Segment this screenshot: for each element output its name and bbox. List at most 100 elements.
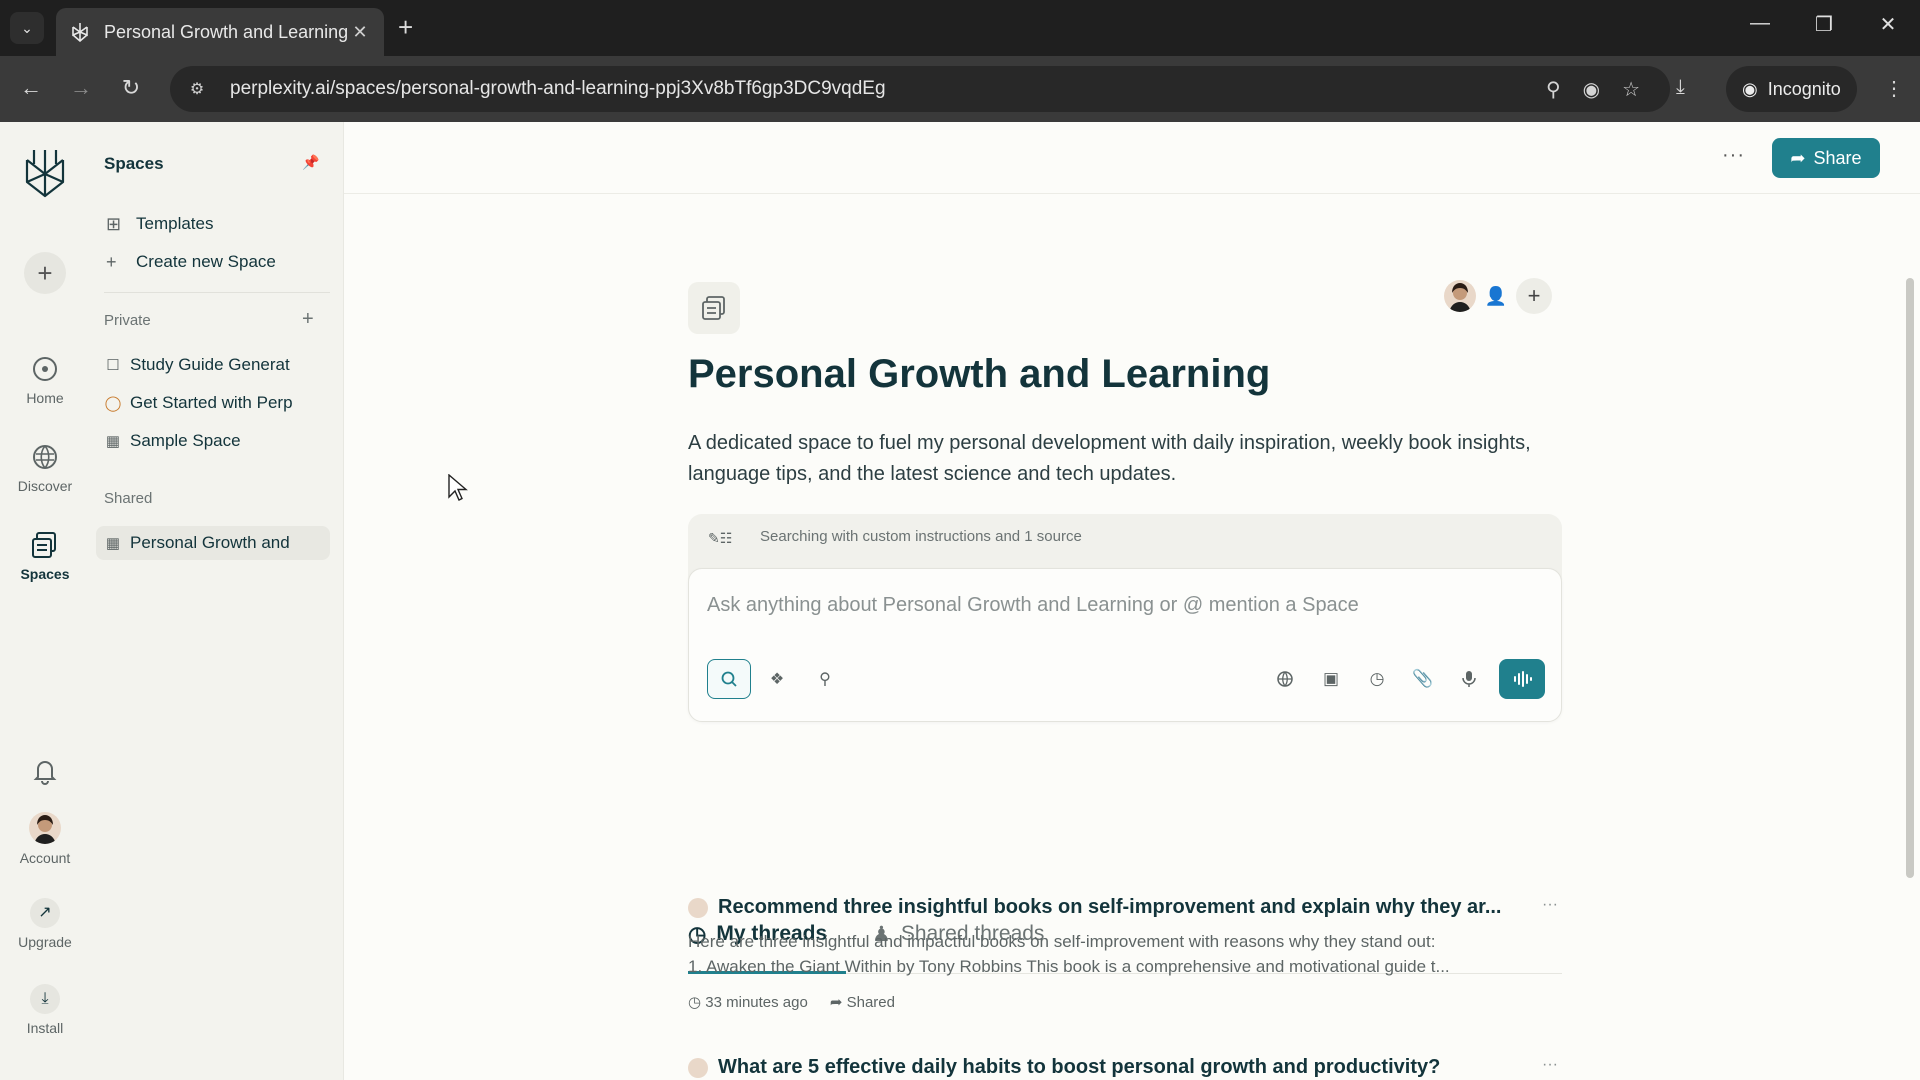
ask-input[interactable] — [707, 585, 1527, 625]
clock-icon: ◷ — [1369, 669, 1385, 688]
shared-section-label: Shared — [104, 490, 153, 507]
app: + Home Discover Spaces Account ↗ Upgrade — [0, 122, 1920, 1080]
upgrade-icon: ↗ — [30, 898, 60, 928]
tracking-protection-icon[interactable]: ◉ — [1583, 77, 1600, 102]
clock-icon: ◷ — [688, 994, 702, 1011]
address-bar-actions: ⚲ ◉ ☆ — [1546, 66, 1640, 112]
voice-mode-button[interactable] — [1499, 659, 1545, 699]
tab-title: Personal Growth and Learning — [104, 21, 349, 42]
search-mode-group: ❖ ⚲ — [707, 659, 847, 699]
rail-account[interactable]: Account — [0, 812, 90, 866]
thread-time-text: 33 minutes ago — [705, 994, 808, 1011]
private-section-label: Private — [104, 312, 151, 329]
thread-snippet-line: 1. Awaken the Giant Within by Tony Robbi… — [688, 957, 1450, 976]
research-icon: ❖ — [769, 671, 785, 688]
web-source-button[interactable] — [1269, 659, 1301, 699]
thread-meta: ◷ 33 minutes ago ➦ Shared — [688, 993, 1558, 1011]
back-button[interactable]: ← — [16, 76, 46, 100]
close-window-button[interactable]: ✕ — [1868, 12, 1908, 37]
rail-home-label: Home — [26, 390, 64, 406]
model-button[interactable]: ▣ — [1315, 659, 1347, 699]
square-icon: ☐ — [106, 357, 120, 374]
address-bar[interactable]: ⚙ perplexity.ai/spaces/personal-growth-a… — [170, 66, 1670, 112]
tab-close-icon[interactable]: ✕ — [350, 22, 370, 43]
share-icon: ➦ — [1790, 147, 1806, 168]
instructions-source-icon: ✎☷ — [708, 530, 733, 546]
discover-icon — [33, 445, 57, 469]
rail-account-label: Account — [19, 850, 71, 866]
dictation-button[interactable] — [1453, 659, 1485, 699]
spaces-panel: Spaces 📌 ⊞ Templates + Create new Space … — [90, 122, 344, 1080]
user-icon[interactable]: 👤 — [1480, 280, 1512, 312]
thread-title[interactable]: Recommend three insightful books on self… — [688, 896, 1558, 919]
add-private-space-button[interactable]: + — [302, 308, 314, 331]
reasoning-mode-button[interactable]: ⚲ — [803, 659, 847, 699]
page-title: Personal Growth and Learning — [688, 352, 1271, 396]
share-button[interactable]: ➦ Share — [1772, 138, 1880, 178]
attach-button[interactable]: 📎 — [1407, 659, 1439, 699]
research-mode-button[interactable]: ❖ — [755, 659, 799, 699]
templates-link[interactable]: ⊞ Templates — [106, 214, 213, 234]
thread-item[interactable]: Recommend three insightful books on self… — [688, 896, 1558, 1011]
bookmark-star-icon[interactable]: ☆ — [1622, 77, 1640, 102]
thread-shared-status: ➦ Shared — [830, 993, 895, 1011]
ask-tools: ▣ ◷ 📎 — [1269, 659, 1545, 699]
browser-tab[interactable]: Personal Growth and Learning ✕ — [56, 8, 384, 56]
space-item-study-guide[interactable]: ☐ Study Guide Generat — [104, 348, 330, 382]
rail-spaces[interactable]: Spaces — [0, 530, 90, 582]
zoom-icon[interactable]: ⚲ — [1546, 77, 1561, 102]
lightbulb-icon: ⚲ — [819, 671, 831, 688]
thread-author-avatar — [688, 897, 708, 918]
perplexity-logo[interactable] — [22, 148, 68, 198]
browser-menu-icon[interactable]: ⋮ — [1884, 76, 1904, 101]
member-avatar[interactable] — [1444, 280, 1476, 312]
download-icon[interactable]: ⤓ — [1676, 76, 1685, 99]
thread-item[interactable]: What are 5 effective daily habits to boo… — [688, 1056, 1558, 1079]
pin-icon[interactable]: 📌 — [302, 154, 319, 171]
thread-time: ◷ 33 minutes ago — [688, 993, 808, 1011]
thread-more-button[interactable]: ··· — [1542, 1056, 1558, 1074]
space-item-personal-growth[interactable]: ▦ Personal Growth and — [96, 526, 330, 560]
rail-home[interactable]: Home — [0, 354, 90, 406]
thread-title[interactable]: What are 5 effective daily habits to boo… — [688, 1056, 1558, 1079]
more-options-button[interactable]: ··· — [1722, 144, 1745, 167]
rail-upgrade[interactable]: ↗ Upgrade — [0, 898, 90, 950]
spaces-icon — [32, 532, 56, 558]
thread-more-button[interactable]: ··· — [1542, 896, 1558, 914]
space-item-sample[interactable]: ▦ Sample Space — [104, 424, 330, 458]
search-mode-button[interactable] — [707, 659, 751, 699]
restore-button[interactable]: ❐ — [1804, 12, 1844, 37]
create-space-link[interactable]: + Create new Space — [106, 252, 276, 272]
url-text: perplexity.ai/spaces/personal-growth-and… — [230, 78, 886, 99]
rail-discover[interactable]: Discover — [0, 442, 90, 494]
thread-snippet: Here are three insightful and impactful … — [688, 929, 1528, 979]
history-button[interactable]: ◷ — [1361, 659, 1393, 699]
share-label: Share — [1813, 147, 1862, 168]
icon-rail: + Home Discover Spaces Account ↗ Upgrade — [0, 122, 90, 1080]
rail-upgrade-label: Upgrade — [18, 934, 72, 950]
space-item-get-started[interactable]: ◯ Get Started with Perp — [104, 386, 330, 420]
space-emoji-button[interactable] — [688, 282, 740, 334]
incognito-indicator[interactable]: ◉ Incognito — [1726, 66, 1857, 112]
cpu-icon: ▣ — [1322, 669, 1340, 688]
reload-button[interactable]: ↻ — [116, 76, 146, 100]
share-icon: ➦ — [829, 994, 843, 1011]
site-info-icon[interactable]: ⚙ — [182, 79, 212, 99]
spark-icon: ◯ — [104, 395, 122, 412]
rail-notifications[interactable] — [0, 756, 90, 792]
forward-button[interactable]: → — [66, 76, 96, 100]
space-members: 👤 + — [1444, 278, 1552, 314]
browser-toolbar: ← → ↻ ⚙ perplexity.ai/spaces/personal-gr… — [0, 56, 1920, 122]
globe-icon — [1277, 671, 1293, 687]
space-icon — [702, 296, 725, 320]
space-item-label: Get Started with Perp — [130, 393, 293, 412]
tab-search-button[interactable]: ⌄ — [10, 12, 44, 44]
rail-install[interactable]: ⤓ Install — [0, 984, 90, 1036]
page-scrollbar[interactable] — [1906, 278, 1914, 878]
new-thread-button[interactable]: + — [24, 252, 66, 294]
install-icon: ⤓ — [30, 984, 60, 1014]
add-member-button[interactable]: + — [1516, 278, 1552, 314]
thread-title-text: What are 5 effective daily habits to boo… — [718, 1056, 1441, 1078]
minimize-button[interactable]: — — [1740, 12, 1780, 35]
new-tab-button[interactable]: + — [398, 14, 413, 40]
